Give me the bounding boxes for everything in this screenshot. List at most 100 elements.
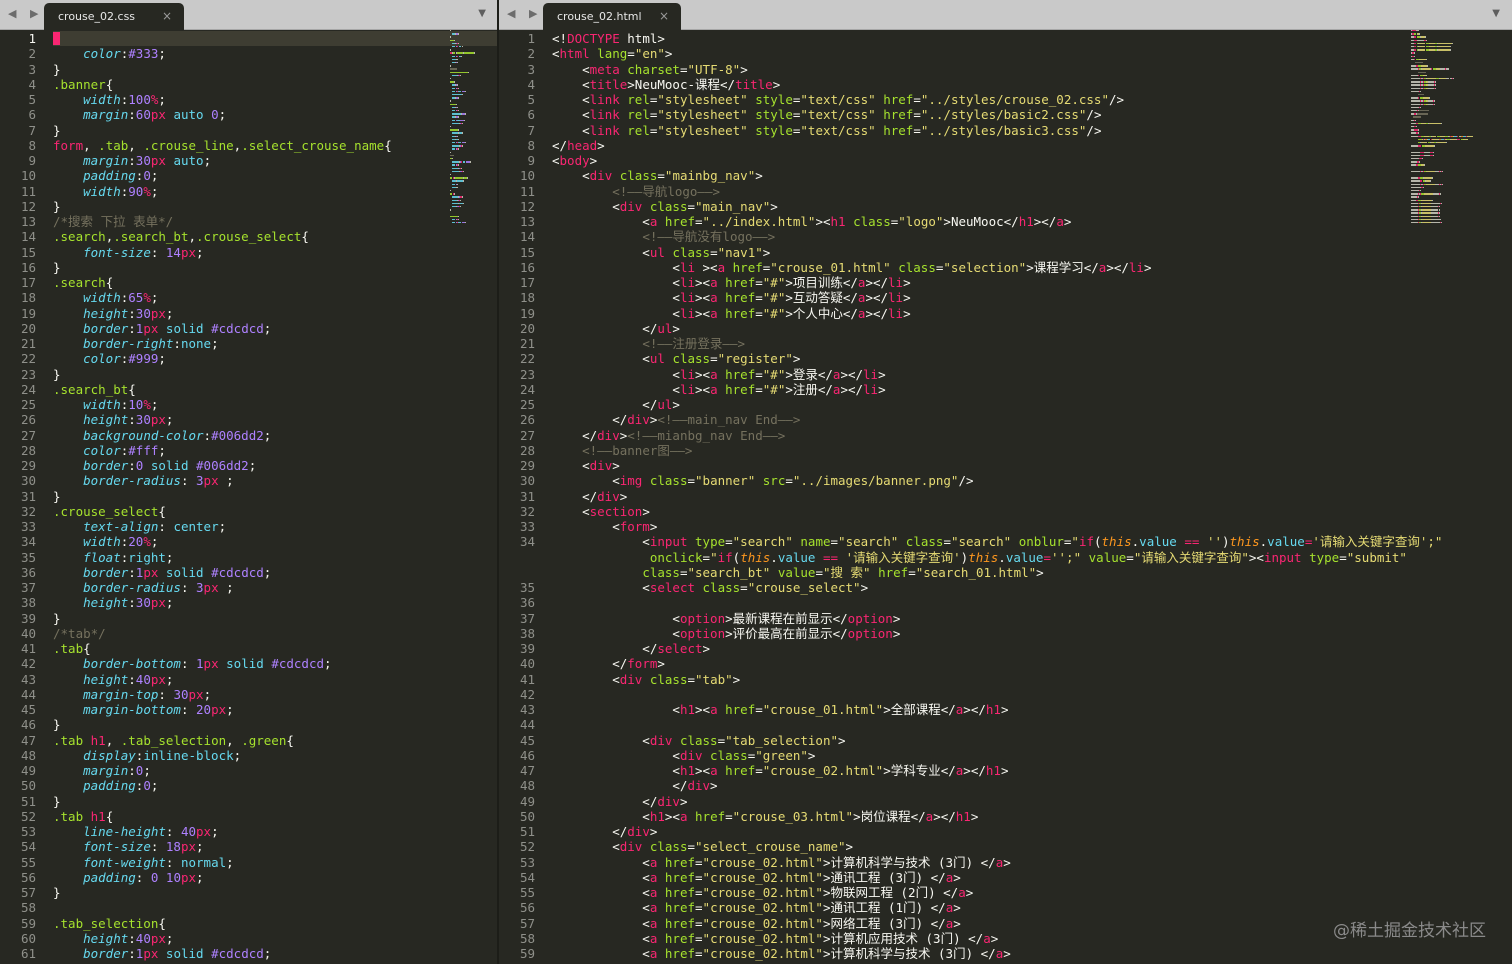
code-token: div	[679, 747, 703, 763]
minimap-mark	[456, 180, 464, 182]
code-token: #cdcdcd	[211, 320, 264, 336]
code-token: meta	[589, 61, 620, 77]
code-token: "#"	[762, 381, 786, 397]
code-token: charset	[627, 61, 680, 77]
chevron-down-icon[interactable]: ▼	[478, 8, 486, 19]
code-editor-left[interactable]: 1 2 3 4 5 6 7 8 9 10 11 12 13 14 15 16 17 18 19 20 21 22 23 24 2…	[0, 30, 498, 964]
line-number: 25	[20, 397, 36, 412]
minimap-mark	[1428, 122, 1441, 125]
code-token: ></	[840, 366, 864, 382]
minimap-mark	[457, 62, 458, 64]
line-number: 57	[20, 885, 36, 900]
minimap-mark	[465, 222, 466, 224]
close-icon[interactable]: ×	[659, 9, 669, 23]
code-token: px	[143, 946, 159, 961]
code-token: ;	[211, 824, 219, 839]
code-editor-right[interactable]: 1 2 3 4 5 6 7 8 9 10 11 12 13 14 15 16 17 18 19 20 21 22 23 24 2…	[499, 30, 1512, 964]
minimap-mark	[1442, 183, 1443, 185]
line-number: 13	[519, 214, 535, 229]
code-token: ></	[933, 808, 956, 824]
line-number: 55	[20, 854, 36, 870]
code-token: color	[83, 442, 121, 458]
tab-crouse-02-html[interactable]: crouse_02.html ×	[543, 3, 681, 31]
code-line: </form>	[552, 656, 665, 671]
tab-nav-arrows[interactable]: ◀ ▶	[507, 7, 542, 20]
code-token: =	[830, 534, 839, 550]
code-line: <div class="main_nav">	[552, 199, 778, 214]
code-token: >	[619, 488, 628, 504]
minimap[interactable]	[450, 30, 488, 290]
code-line: <a href="crouse_02.html">计算机科学与技术 (3门) <…	[552, 855, 1010, 870]
code-token: px	[180, 244, 197, 260]
code-token: <	[552, 747, 680, 763]
code-token: >	[838, 732, 846, 748]
code-token: input	[1263, 549, 1302, 565]
tab-crouse-02-css[interactable]: crouse_02.css ×	[44, 3, 184, 31]
code-area[interactable]: <!DOCTYPE html> <html lang="en"> <meta ch…	[552, 30, 1512, 964]
code-token: head	[567, 137, 598, 153]
minimap-mark	[1421, 122, 1426, 125]
code-token: "search"	[950, 534, 1012, 550]
close-icon[interactable]: ×	[162, 9, 172, 23]
code-token: "register"	[717, 351, 793, 367]
code-token: form	[619, 519, 650, 534]
minimap-mark	[1424, 135, 1429, 137]
code-token: =	[755, 366, 763, 382]
code-token: />	[1086, 107, 1102, 123]
code-token: >岗位课程</	[853, 808, 926, 824]
code-token: >	[1036, 564, 1044, 580]
minimap-mark	[450, 129, 458, 131]
minimap-mark	[1411, 209, 1419, 211]
code-line: <li><a href="#">个人中心</a></li>	[552, 305, 910, 321]
code-token: </	[552, 641, 658, 656]
line-number: 21	[20, 336, 36, 351]
minimap-mark	[456, 52, 464, 54]
code-line: <ul class="register">	[552, 351, 800, 366]
minimap[interactable]	[1411, 30, 1507, 330]
line-number: 28	[519, 442, 535, 458]
code-token: ><	[815, 214, 831, 229]
code-token: >	[845, 839, 854, 855]
minimap-mark	[465, 90, 466, 93]
code-token: <	[552, 122, 590, 138]
minimap-mark	[450, 100, 451, 102]
code-token: li	[888, 305, 904, 321]
code-area[interactable]: { color:#333;}.banner{ width:100%; margi…	[53, 30, 498, 964]
tab-nav-arrows[interactable]: ◀ ▶	[8, 7, 43, 20]
chevron-down-icon[interactable]: ▼	[1492, 8, 1500, 19]
code-token: <!	[552, 31, 568, 46]
code-token: :	[128, 671, 136, 687]
code-token: #cdcdcd	[271, 656, 324, 672]
line-number: 45	[20, 702, 36, 717]
code-token: .crouse_select	[53, 503, 159, 519]
code-token: px	[150, 153, 166, 168]
code-token: solid	[165, 946, 204, 961]
code-token: >	[953, 869, 961, 885]
code-token: ul	[657, 397, 673, 412]
code-token: >物联网工程 (2门) </	[822, 885, 959, 900]
code-token: =	[687, 473, 696, 489]
line-number: 41	[20, 641, 36, 656]
code-line: /*搜索 下拉 表单*/	[53, 214, 173, 229]
minimap-mark	[1432, 199, 1433, 201]
minimap-mark	[1411, 212, 1419, 214]
code-token: >	[755, 168, 763, 184]
code-line: float:right;	[53, 550, 173, 565]
code-token: ><	[695, 702, 711, 717]
line-number: 28	[20, 442, 36, 458]
code-token: div	[619, 839, 643, 855]
minimap-mark	[458, 138, 459, 141]
code-token: <	[552, 946, 650, 961]
code-token: >	[612, 458, 620, 473]
code-token: =	[710, 244, 718, 260]
minimap-mark	[1418, 196, 1419, 198]
code-token: >	[732, 671, 741, 687]
line-number: 15	[519, 244, 535, 260]
